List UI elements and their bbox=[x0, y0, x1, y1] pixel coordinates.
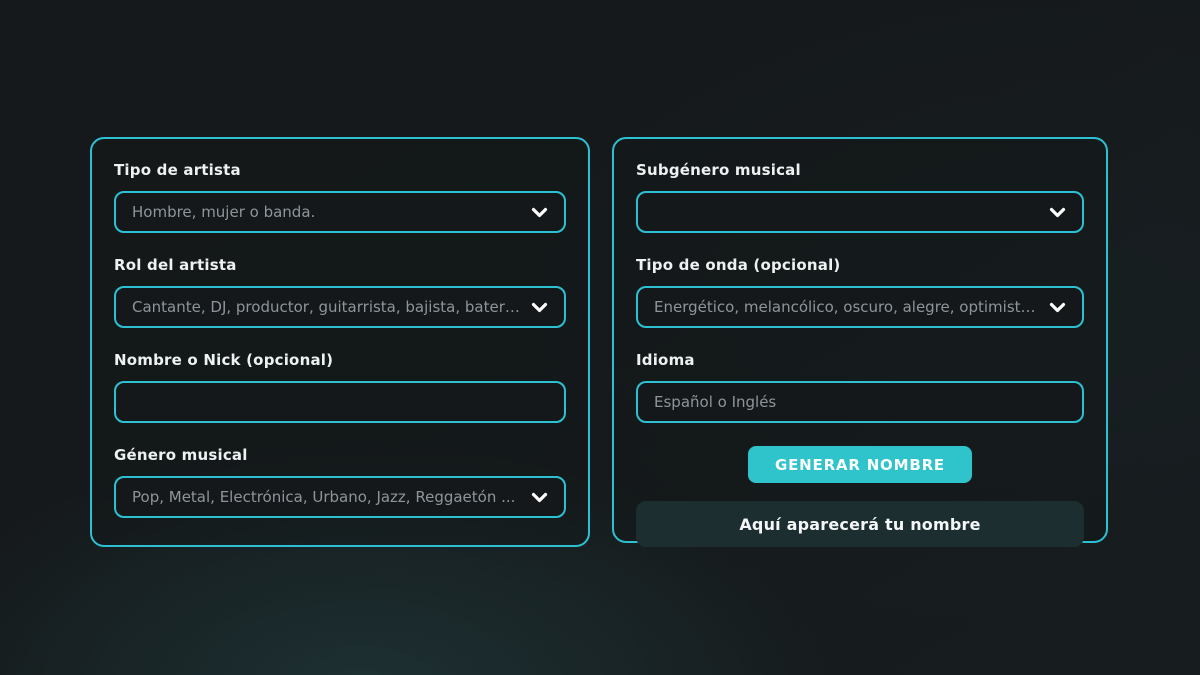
artist-name-generator-screen: Tipo de artista Hombre, mujer o banda. R… bbox=[0, 0, 1200, 675]
nombre-nick-label: Nombre o Nick (opcional) bbox=[114, 351, 566, 369]
generated-name-display: Aquí aparecerá tu nombre bbox=[636, 501, 1084, 547]
idioma-input[interactable] bbox=[636, 381, 1084, 423]
field-nombre-nick: Nombre o Nick (opcional) bbox=[114, 351, 566, 423]
chevron-down-icon bbox=[1049, 302, 1066, 313]
generate-button-row: GENERAR NOMBRE bbox=[636, 446, 1084, 483]
field-tipo-de-onda: Tipo de onda (opcional) Energético, mela… bbox=[636, 256, 1084, 328]
chevron-down-icon bbox=[531, 492, 548, 503]
tipo-de-onda-select[interactable]: Energético, melancólico, oscuro, alegre,… bbox=[636, 286, 1084, 328]
subgenero-musical-select[interactable] bbox=[636, 191, 1084, 233]
chevron-down-icon bbox=[1049, 207, 1066, 218]
genero-musical-placeholder: Pop, Metal, Electrónica, Urbano, Jazz, R… bbox=[132, 488, 521, 506]
idioma-label: Idioma bbox=[636, 351, 1084, 369]
genero-musical-label: Género musical bbox=[114, 446, 566, 464]
tipo-de-artista-label: Tipo de artista bbox=[114, 161, 566, 179]
field-subgenero-musical: Subgénero musical bbox=[636, 161, 1084, 233]
field-tipo-de-artista: Tipo de artista Hombre, mujer o banda. bbox=[114, 161, 566, 233]
chevron-down-icon bbox=[531, 207, 548, 218]
rol-del-artista-placeholder: Cantante, DJ, productor, guitarrista, ba… bbox=[132, 298, 521, 316]
field-genero-musical: Género musical Pop, Metal, Electrónica, … bbox=[114, 446, 566, 518]
generar-nombre-button[interactable]: GENERAR NOMBRE bbox=[748, 446, 972, 483]
tipo-de-onda-label: Tipo de onda (opcional) bbox=[636, 256, 1084, 274]
genero-musical-select[interactable]: Pop, Metal, Electrónica, Urbano, Jazz, R… bbox=[114, 476, 566, 518]
rol-del-artista-select[interactable]: Cantante, DJ, productor, guitarrista, ba… bbox=[114, 286, 566, 328]
subgenero-musical-label: Subgénero musical bbox=[636, 161, 1084, 179]
rol-del-artista-label: Rol del artista bbox=[114, 256, 566, 274]
field-idioma: Idioma bbox=[636, 351, 1084, 423]
field-rol-del-artista: Rol del artista Cantante, DJ, productor,… bbox=[114, 256, 566, 328]
chevron-down-icon bbox=[531, 302, 548, 313]
right-form-panel: Subgénero musical Tipo de onda (opcional… bbox=[612, 137, 1108, 543]
left-form-panel: Tipo de artista Hombre, mujer o banda. R… bbox=[90, 137, 590, 547]
tipo-de-artista-select[interactable]: Hombre, mujer o banda. bbox=[114, 191, 566, 233]
tipo-de-onda-placeholder: Energético, melancólico, oscuro, alegre,… bbox=[654, 298, 1039, 316]
tipo-de-artista-placeholder: Hombre, mujer o banda. bbox=[132, 203, 521, 221]
nombre-nick-input[interactable] bbox=[114, 381, 566, 423]
form-panels: Tipo de artista Hombre, mujer o banda. R… bbox=[90, 137, 1108, 547]
